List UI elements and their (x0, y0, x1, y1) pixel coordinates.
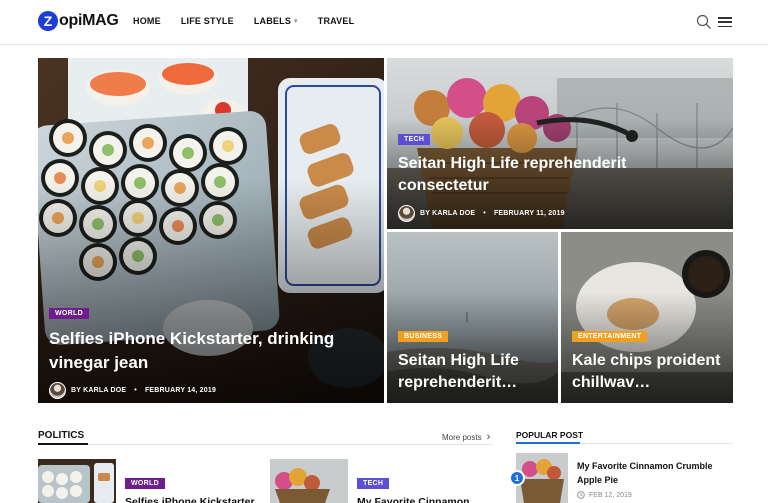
category-badge[interactable]: BUSINESS (398, 331, 449, 342)
category-badge[interactable]: ENTERTAINMENT (572, 331, 648, 342)
site-header: Z opiMAG HOME LIFE STYLE LABELS ▾ TRAVEL (0, 0, 768, 45)
post-date: FEBRUARY 11, 2019 (493, 209, 565, 217)
featured-post-4[interactable]: ENTERTAINMENT Kale chips proident chillw… (561, 232, 733, 403)
popular-rank-badge: 1 (509, 470, 525, 486)
logo-mark: Z (38, 11, 58, 31)
post-title[interactable]: Seitan High Life reprehenderit consectet… (398, 153, 688, 198)
post-title[interactable]: Selfies iPhone Kickstarter, (125, 495, 260, 503)
post-thumbnail[interactable] (270, 459, 348, 503)
category-badge[interactable]: TECH (398, 134, 431, 145)
featured-post-1-text: WORLD Selfies iPhone Kickstarter, drinki… (49, 302, 374, 399)
post-thumbnail-image (38, 459, 116, 503)
post-title[interactable]: My Favorite Cinnamon (357, 495, 492, 503)
nav-home-label: HOME (133, 16, 161, 26)
category-badge[interactable]: WORLD (49, 308, 89, 319)
main-nav: HOME LIFE STYLE LABELS ▾ TRAVEL (133, 16, 374, 26)
popular-post-title[interactable]: My Favorite Cinnamon Crumble Apple Pie (577, 460, 727, 487)
post-meta: BY KARLA DOE • FEBRUARY 14, 2019 (49, 381, 374, 399)
featured-post-2-text: TECH Seitan High Life reprehenderit cons… (398, 128, 723, 222)
post-thumbnail[interactable] (38, 459, 116, 503)
post-thumbnail-image (270, 459, 348, 503)
category-badge[interactable]: TECH (357, 478, 390, 489)
more-posts-label: More posts (442, 432, 482, 442)
nav-travel[interactable]: TRAVEL (318, 16, 355, 26)
nav-life-style-label: LIFE STYLE (180, 16, 234, 26)
section-title-politics: POLITICS (38, 430, 85, 441)
featured-post-1[interactable]: WORLD Selfies iPhone Kickstarter, drinki… (38, 58, 384, 403)
popular-post-meta: FEB 12, 2019 (577, 491, 727, 499)
post-title[interactable]: Kale chips proident chillwav… (572, 350, 724, 395)
nav-life-style[interactable]: LIFE STYLE (181, 16, 234, 26)
featured-post-3[interactable]: BUSINESS Seitan High Life reprehenderit… (387, 232, 558, 403)
category-badge[interactable]: WORLD (125, 478, 165, 489)
post-author[interactable]: BY KARLA DOE (71, 387, 126, 394)
search-icon (696, 14, 711, 29)
post-card-2: TECH My Favorite Cinnamon (357, 472, 492, 503)
nav-labels[interactable]: LABELS ▾ (254, 16, 298, 26)
post-meta: BY KARLA DOE • FEBRUARY 11, 2019 (398, 204, 723, 222)
clock-icon (577, 491, 585, 499)
post-card-1: WORLD Selfies iPhone Kickstarter, (125, 472, 260, 503)
post-title[interactable]: Seitan High Life reprehenderit… (398, 350, 548, 395)
section-title-popular-post: POPULAR POST (516, 430, 584, 440)
post-title[interactable]: Selfies iPhone Kickstarter, drinking vin… (49, 327, 349, 375)
featured-post-3-text: BUSINESS Seitan High Life reprehenderit… (398, 325, 548, 395)
popular-post-date: FEB 12, 2019 (589, 491, 632, 499)
featured-post-4-text: ENTERTAINMENT Kale chips proident chillw… (572, 325, 723, 395)
nav-labels-label: LABELS (253, 16, 292, 26)
post-date: FEBRUARY 14, 2019 (144, 386, 217, 394)
search-button[interactable] (696, 14, 712, 30)
author-avatar (49, 381, 66, 399)
more-posts-link[interactable]: More posts › (442, 431, 490, 443)
author-avatar (398, 204, 415, 222)
menu-icon[interactable] (718, 17, 732, 27)
chevron-right-icon: › (486, 431, 491, 443)
post-author[interactable]: BY KARLA DOE (420, 210, 475, 217)
nav-travel-label: TRAVEL (317, 16, 355, 26)
chevron-down-icon: ▾ (294, 18, 298, 25)
site-logo[interactable]: Z opiMAG (38, 11, 119, 31)
logo-text: opiMAG (59, 12, 119, 29)
featured-post-2[interactable]: TECH Seitan High Life reprehenderit cons… (387, 58, 733, 229)
popular-post-1: My Favorite Cinnamon Crumble Apple Pie F… (577, 460, 727, 499)
nav-home[interactable]: HOME (133, 16, 161, 26)
